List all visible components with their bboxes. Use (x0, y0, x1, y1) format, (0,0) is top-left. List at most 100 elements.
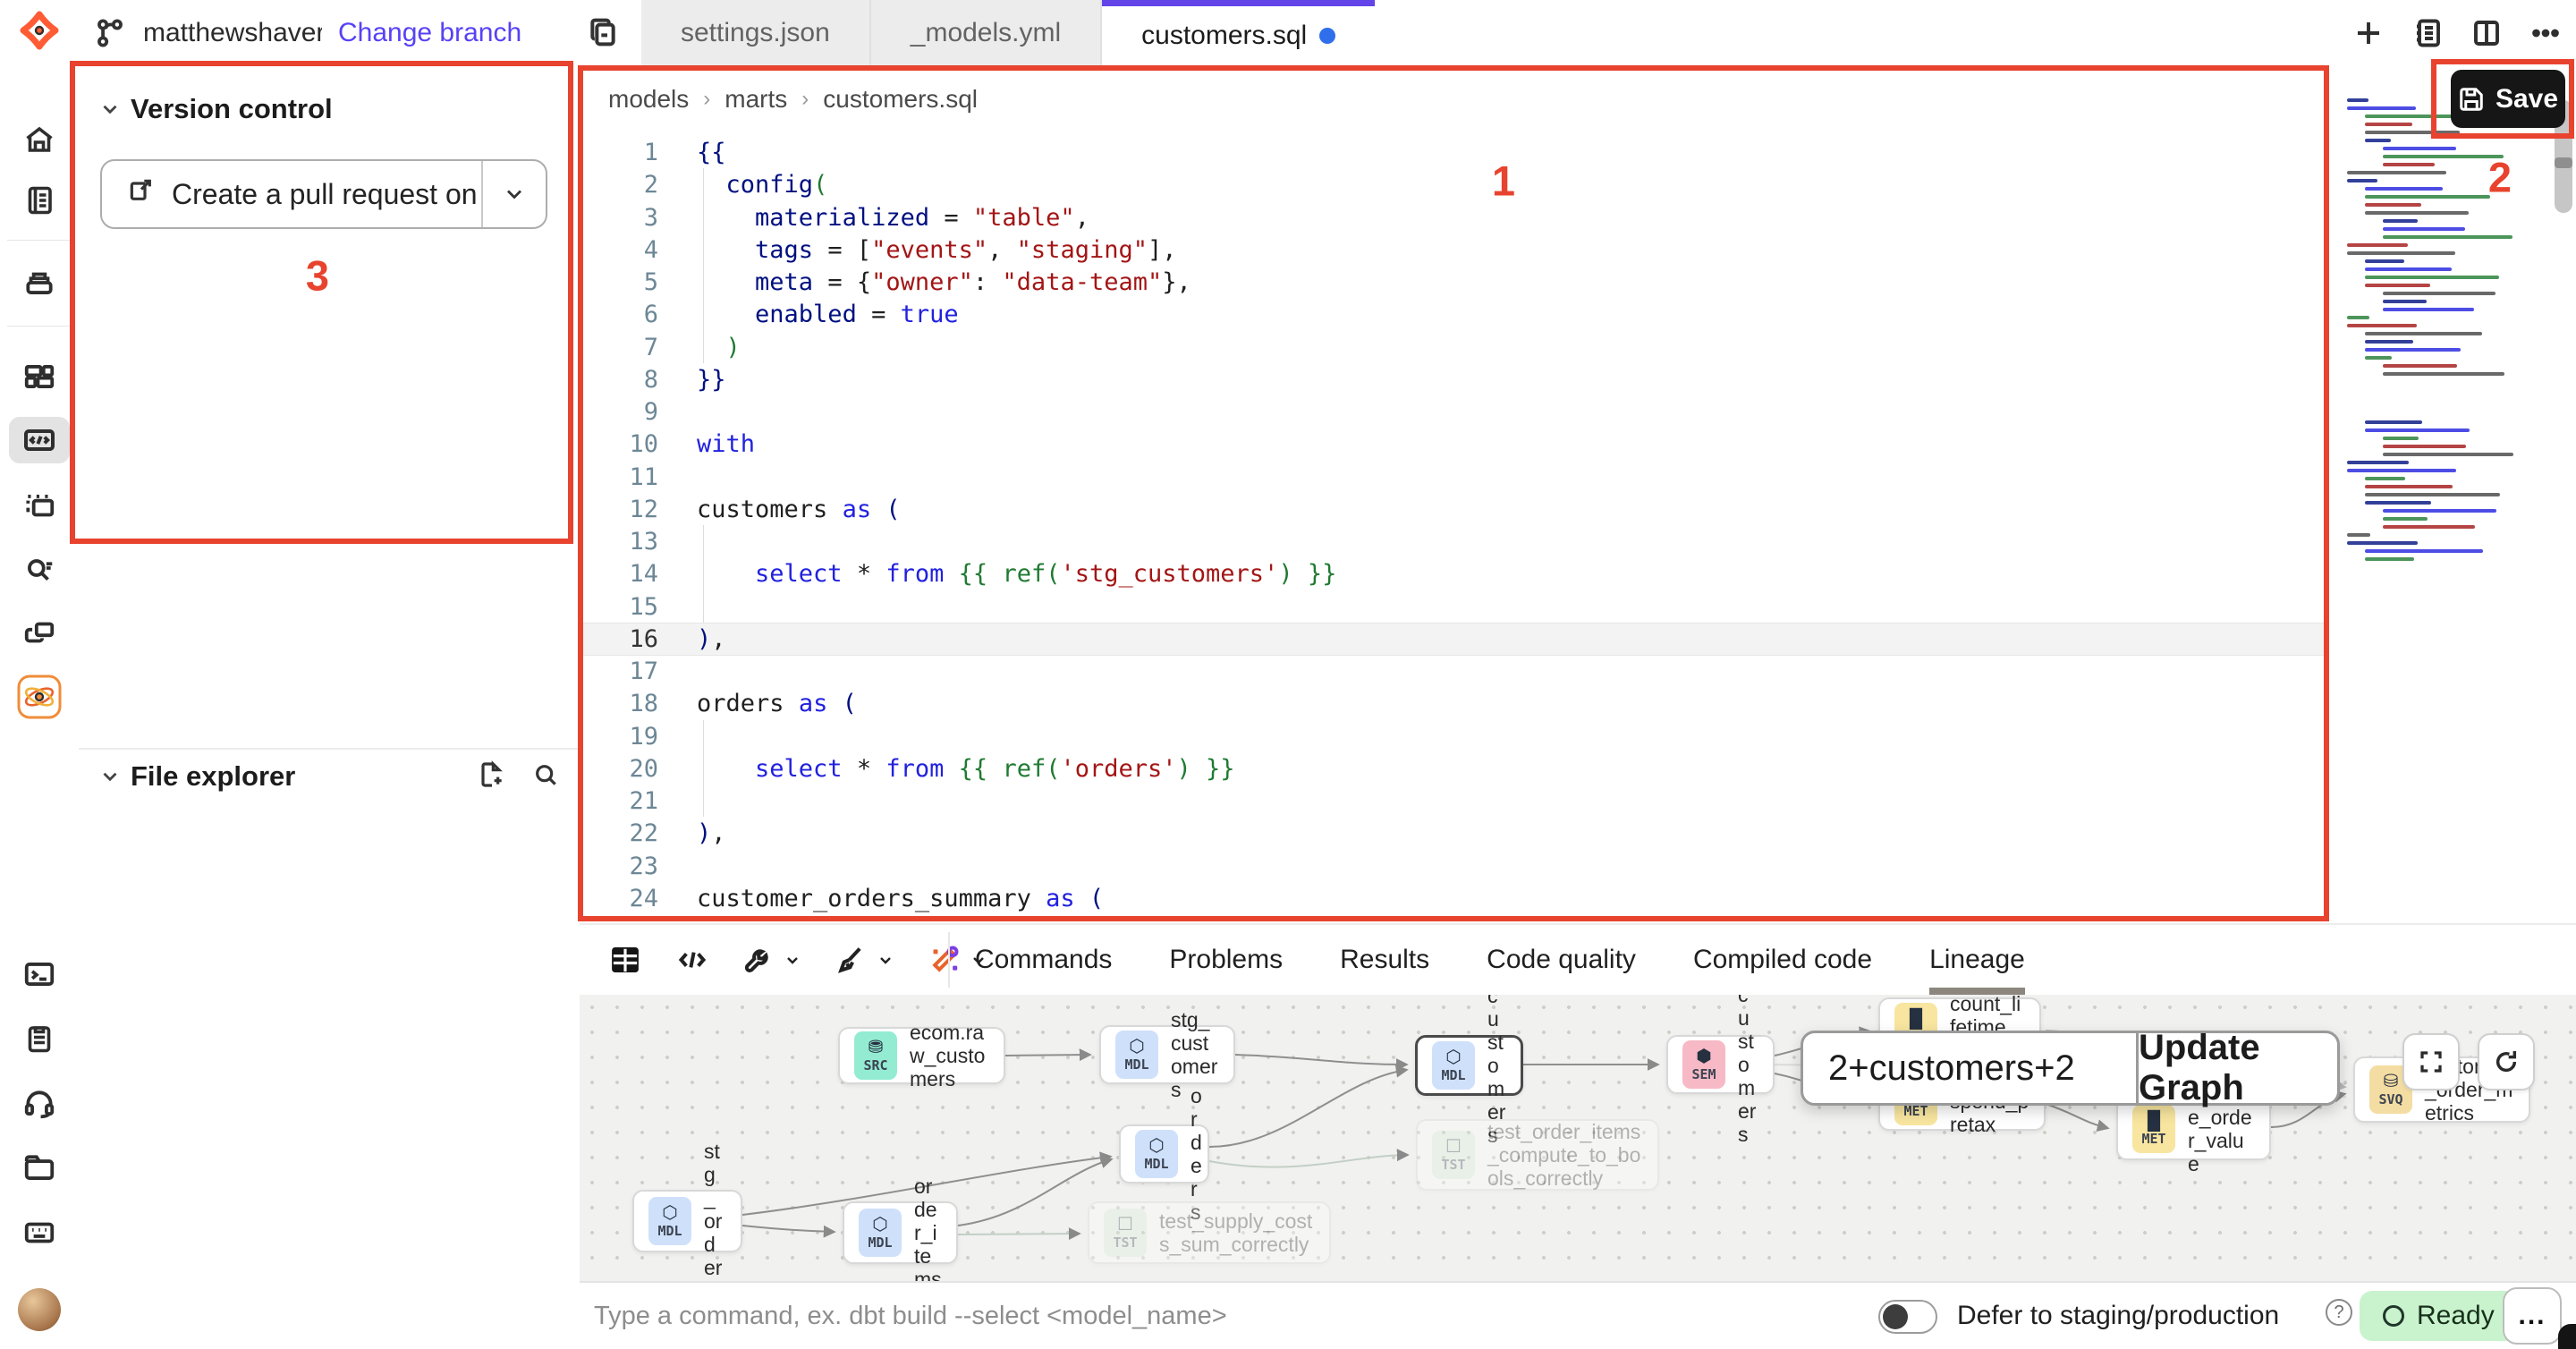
code-line-12[interactable]: 12customers as ( (580, 493, 2329, 526)
canvas-icon (22, 489, 56, 523)
lineage-node-orders[interactable]: ⬡MDLorders (1119, 1124, 1209, 1184)
code-line-15[interactable]: 15 (580, 590, 2329, 624)
sidebar-item-ai-assistant[interactable] (9, 674, 70, 720)
line-number: 16 (580, 625, 658, 653)
code-line-20[interactable]: 20 select * from {{ ref('orders') }} (580, 752, 2329, 785)
sidebar-item-home[interactable] (9, 116, 70, 163)
sidebar-item-canvas[interactable] (9, 483, 70, 530)
more-actions-button[interactable]: ... (2503, 1287, 2562, 1345)
code-line-6[interactable]: 6 enabled = true (580, 298, 2329, 331)
code-line-21[interactable]: 21 (580, 785, 2329, 818)
bottom-tab-commands[interactable]: Commands (975, 925, 1112, 995)
pr-dropdown-caret[interactable] (483, 182, 546, 207)
sidebar-item-catalog[interactable] (9, 545, 70, 591)
sidebar-item-shortcuts[interactable] (9, 1209, 70, 1256)
minimap[interactable] (2342, 74, 2547, 929)
sidebar-item-jobs[interactable] (9, 259, 70, 306)
overflow-menu-icon[interactable] (2528, 15, 2563, 51)
refresh-graph-button[interactable] (2478, 1033, 2535, 1090)
code-line-3[interactable]: 3 materialized = "table", (580, 201, 2329, 234)
editor-scrollbar-thumb[interactable] (2555, 157, 2572, 168)
split-pane-icon[interactable] (2469, 15, 2504, 51)
new-tab-plus-icon[interactable] (2351, 15, 2386, 51)
line-number: 20 (580, 755, 658, 783)
fullscreen-button[interactable] (2402, 1033, 2460, 1090)
sidebar-item-notebooks[interactable] (9, 177, 70, 224)
lineage-node-ecom.raw_customers[interactable]: ⛃SRCecom.raw_customers (838, 1027, 1005, 1084)
code-line-11[interactable]: 11 (580, 461, 2329, 494)
code-line-2[interactable]: 2 config( (580, 168, 2329, 201)
code-line-17[interactable]: 17 (580, 655, 2329, 688)
node-type-icon-TST: ☐TST (1104, 1209, 1147, 1257)
lineage-selector-input[interactable]: 2+customers+2 (1803, 1033, 2136, 1103)
code-line-24[interactable]: 24customer_orders_summary as ( (580, 882, 2329, 915)
bottom-tab-lineage[interactable]: Lineage (1929, 925, 2025, 995)
sidebar-item-projects[interactable] (9, 1145, 70, 1192)
sidebar-item-dashboards[interactable] (9, 353, 70, 400)
code-line-10[interactable]: 10with (580, 428, 2329, 461)
editor-tab-customers.sql[interactable]: customers.sql (1102, 0, 1375, 65)
change-branch-link[interactable]: Change branch (338, 18, 521, 48)
code-line-5[interactable]: 5 meta = {"owner": "data-team"}, (580, 266, 2329, 299)
code-line-22[interactable]: 22), (580, 817, 2329, 850)
minimap-line (2365, 340, 2413, 344)
help-icon[interactable]: ? (2326, 1299, 2352, 1326)
sidebar-item-terminal[interactable] (9, 951, 70, 997)
compile-code-icon[interactable] (674, 942, 710, 978)
editor-tab-settings.json[interactable]: settings.json (641, 0, 871, 65)
minimap-line (2383, 517, 2428, 521)
code-line-8[interactable]: 8}} (580, 363, 2329, 396)
version-control-header[interactable]: Version control (79, 89, 580, 129)
defer-toggle[interactable] (1878, 1300, 1937, 1334)
lineage-node-order_items[interactable]: ⬡MDLorder_items (843, 1201, 958, 1264)
sidebar-item-support[interactable] (9, 1081, 70, 1127)
code-line-7[interactable]: 7 ) (580, 331, 2329, 364)
breadcrumb-item[interactable]: marts (724, 85, 787, 114)
code-line-4[interactable]: 4 tags = ["events", "staging"], (580, 233, 2329, 267)
line-content: enabled = true (658, 301, 959, 328)
code-line-1[interactable]: 1{{ (580, 136, 2329, 169)
chevron-down-icon (875, 949, 896, 971)
code-line-23[interactable]: 23 (580, 850, 2329, 883)
build-wrench-icon[interactable] (741, 942, 803, 978)
format-broom-icon[interactable] (834, 942, 896, 978)
command-input[interactable]: Type a command, ex. dbt build --select <… (594, 1283, 1227, 1349)
lineage-node-stg_customers[interactable]: ⬡MDLstg_customers (1099, 1025, 1235, 1084)
bottom-tab-results[interactable]: Results (1340, 925, 1429, 995)
lineage-node-test_order_items_compute_to_bools_correctly[interactable]: ☐TSTtest_order_items_compute_to_bools_co… (1416, 1119, 1659, 1191)
copy-branch-icon[interactable] (585, 14, 621, 55)
dbt-logo[interactable] (9, 7, 70, 54)
search-icon[interactable] (531, 760, 560, 793)
breadcrumb-item[interactable]: customers.sql (823, 85, 978, 114)
lineage-node-customers[interactable]: ⬢SEMcustomers (1666, 1035, 1775, 1094)
code-line-16[interactable]: 16), (580, 623, 2329, 656)
file-explorer-header[interactable]: File explorer (79, 757, 580, 796)
sidebar-item-logs[interactable] (9, 1015, 70, 1062)
user-avatar[interactable] (18, 1288, 61, 1331)
code-line-14[interactable]: 14 select * from {{ ref('stg_customers')… (580, 557, 2329, 590)
lineage-node-stg_orders[interactable]: ⬡MDLstg_orders (632, 1190, 742, 1252)
status-badge-ready[interactable]: Ready (2360, 1291, 2518, 1341)
create-pr-button[interactable]: Create a pull request on Gi... (100, 159, 547, 229)
sidebar-item-integrations[interactable] (9, 609, 70, 656)
bottom-tab-code-quality[interactable]: Code quality (1487, 925, 1636, 995)
code-line-19[interactable]: 19 (580, 720, 2329, 753)
minimap-line (2383, 372, 2504, 376)
editor-tab-_models.yml[interactable]: _models.yml (871, 0, 1102, 65)
update-graph-button[interactable]: Update Graph (2136, 1033, 2337, 1103)
breadcrumb-item[interactable]: models (608, 85, 689, 114)
lineage-node-customers[interactable]: ⬡MDLcustomers (1415, 1035, 1523, 1096)
bottom-tab-problems[interactable]: Problems (1169, 925, 1283, 995)
node-label: test_order_items_compute_to_bools_correc… (1487, 1120, 1643, 1190)
lineage-node-test_supply_costs_sum_correctly[interactable]: ☐TSTtest_supply_costs_sum_correctly (1088, 1201, 1331, 1264)
sidebar-item-code-editor[interactable] (9, 417, 70, 463)
bottom-tab-compiled-code[interactable]: Compiled code (1693, 925, 1872, 995)
code-line-9[interactable]: 9 (580, 395, 2329, 428)
save-button[interactable]: Save (2451, 70, 2565, 128)
preview-table-icon[interactable] (606, 941, 644, 979)
new-file-icon[interactable] (478, 760, 506, 793)
lineage-canvas[interactable]: ⛃SRCecom.raw_customers ⬡MDLstg_customers ⬡… (580, 995, 2576, 1281)
code-line-18[interactable]: 18orders as ( (580, 687, 2329, 720)
changelog-icon[interactable] (2410, 15, 2445, 51)
code-line-13[interactable]: 13 (580, 525, 2329, 558)
